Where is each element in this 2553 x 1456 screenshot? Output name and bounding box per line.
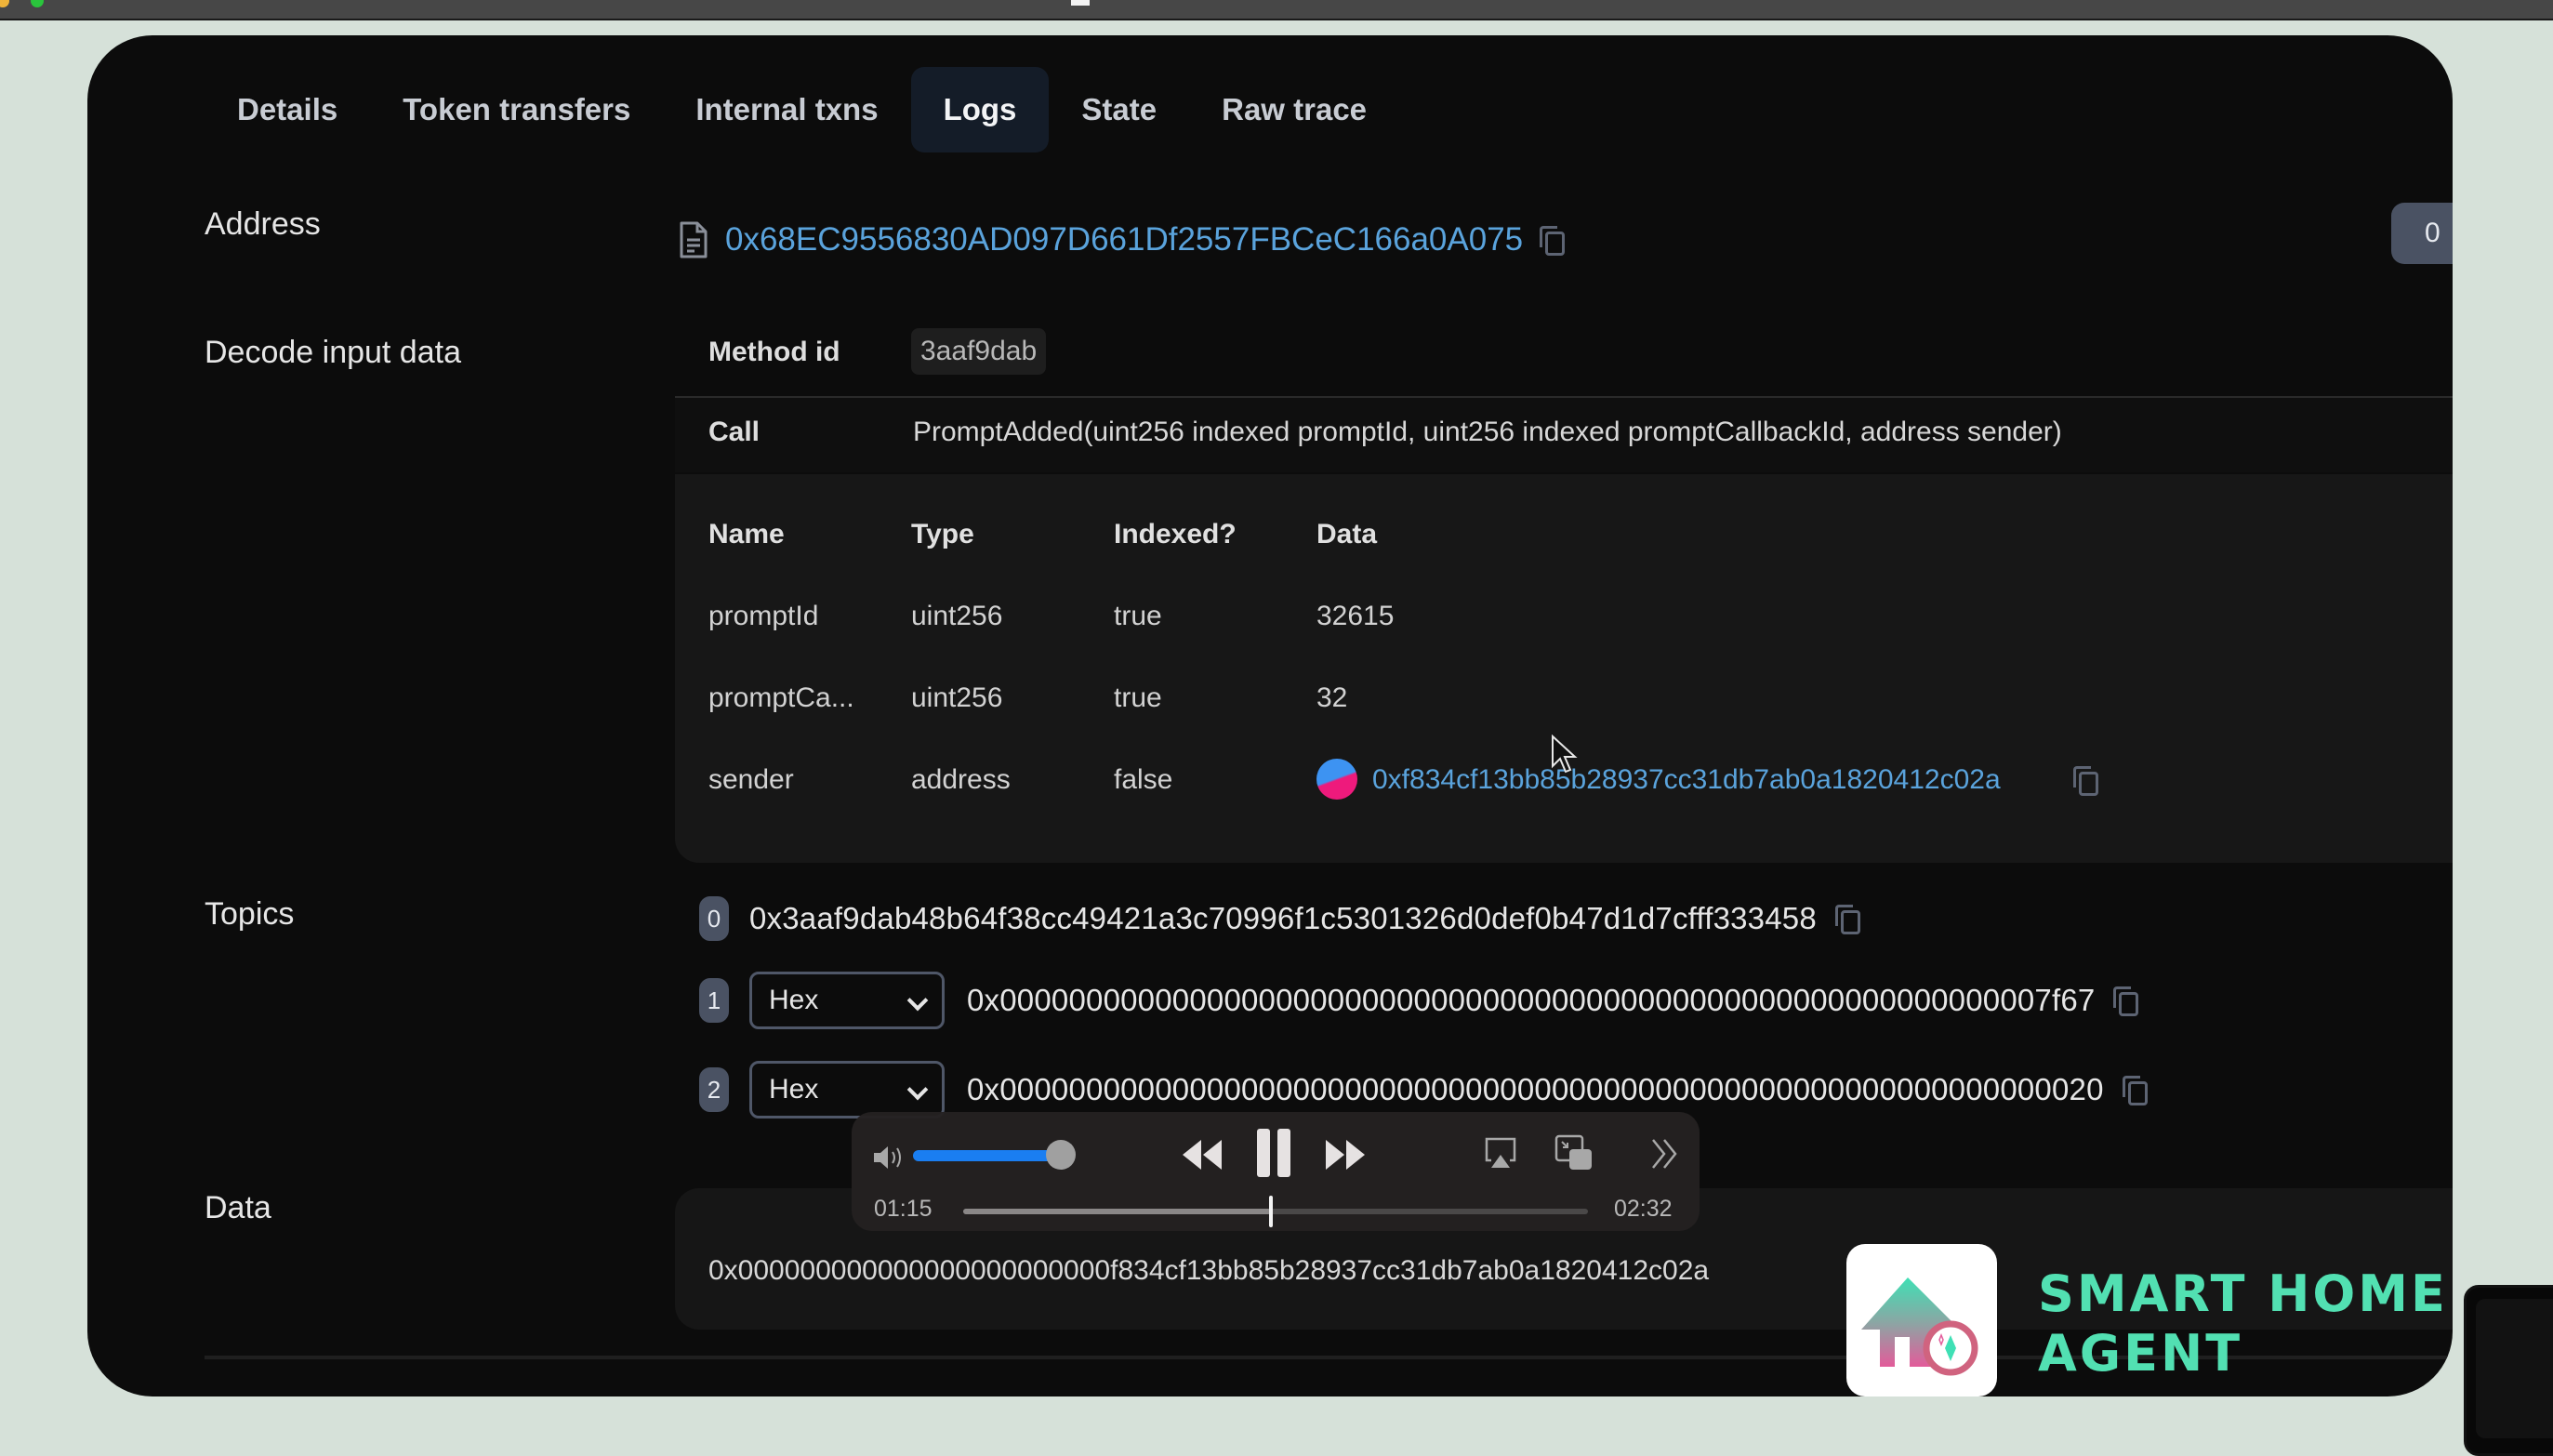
call-row: Call PromptAdded(uint256 indexed promptI…: [675, 398, 2453, 472]
param-name: sender: [708, 764, 794, 795]
contract-file-icon: [680, 221, 708, 258]
picture-in-picture-icon[interactable]: [1554, 1134, 1594, 1171]
param-indexed: true: [1114, 682, 1162, 713]
param-name: promptId: [708, 601, 819, 631]
chevron-down-icon: [906, 1079, 929, 1101]
copy-sender-icon[interactable]: [2073, 766, 2098, 796]
topic-format-value: Hex: [769, 985, 819, 1015]
tab-internal-txns[interactable]: Internal txns: [663, 67, 910, 152]
topic-format-select[interactable]: Hex: [749, 972, 945, 1029]
copy-address-icon[interactable]: [1540, 226, 1566, 256]
method-id-value: 3aaf9dab: [911, 328, 1047, 375]
topic-index-badge: 1: [699, 978, 729, 1023]
house-icon: [1861, 1277, 1978, 1376]
window-minimize-button[interactable]: [0, 0, 9, 7]
params-table: Name Type Indexed? Data promptId uint256…: [675, 474, 2453, 863]
topic-index-badge: 2: [699, 1067, 729, 1112]
contract-address-link[interactable]: 0x68EC9556830AD097D661Df2557FBCeC166a0A0…: [725, 221, 1523, 258]
topic-value: 0x00000000000000000000000000000000000000…: [967, 1072, 2104, 1106]
topic-format-select[interactable]: Hex: [749, 1061, 945, 1118]
tab-bar: Details Token transfers Internal txns Lo…: [205, 67, 1399, 152]
param-indexed: false: [1114, 764, 1173, 795]
param-data: 32615: [1316, 601, 1395, 631]
tab-raw-trace[interactable]: Raw trace: [1189, 67, 1399, 152]
method-id-label: Method id: [708, 337, 840, 367]
rewind-icon[interactable]: [1179, 1136, 1224, 1173]
topic-value: 0x3aaf9dab48b64f38cc49421a3c70996f1c5301…: [749, 901, 1817, 935]
brand-line-1: SMART HOME: [2038, 1264, 2448, 1323]
title-icon: [1071, 0, 1090, 6]
tab-details[interactable]: Details: [205, 67, 370, 152]
sender-address-link[interactable]: 0xf834cf13bb85b28937cc31db7ab0a1820412c0…: [1372, 764, 2001, 796]
seek-bar-progress: [963, 1209, 1272, 1214]
thumbnail-preview: [2476, 1299, 2553, 1438]
col-header-type: Type: [911, 519, 974, 549]
call-label: Call: [708, 417, 761, 447]
decode-input-label: Decode input data: [205, 335, 461, 370]
seek-bar[interactable]: [963, 1196, 1588, 1227]
total-duration: 02:32: [1614, 1196, 1673, 1222]
param-type: uint256: [911, 682, 1003, 713]
address-label: Address: [205, 206, 321, 242]
param-data: 32: [1316, 682, 1348, 713]
data-label: Data: [205, 1190, 271, 1225]
volume-icon[interactable]: [872, 1144, 906, 1171]
smart-home-agent-logo: [1846, 1244, 1997, 1396]
tab-token-transfers[interactable]: Token transfers: [370, 67, 663, 152]
seek-bar-handle[interactable]: [1269, 1196, 1274, 1227]
call-signature: PromptAdded(uint256 indexed promptId, ui…: [913, 417, 2062, 447]
param-type: address: [911, 764, 1011, 795]
log-index-badge: 0: [2391, 203, 2453, 264]
method-id-row: Method id 3aaf9dab: [675, 314, 2453, 398]
decoded-log: Method id 3aaf9dab Call PromptAdded(uint…: [675, 314, 2453, 863]
topic-row: 0 0x3aaf9dab48b64f38cc49421a3c70996f1c53…: [699, 891, 1860, 946]
airplay-icon[interactable]: [1484, 1136, 1517, 1170]
window-thumbnail[interactable]: [2464, 1285, 2553, 1456]
fast-forward-icon[interactable]: [1324, 1136, 1369, 1173]
mouse-cursor-icon: [1552, 735, 1578, 774]
col-header-data: Data: [1316, 519, 1378, 549]
topic-format-value: Hex: [769, 1074, 819, 1105]
window-titlebar: [0, 0, 2553, 20]
tab-logs[interactable]: Logs: [910, 67, 1050, 152]
brand-line-2: AGENT: [2038, 1324, 2243, 1383]
topic-row: 1 Hex 0x00000000000000000000000000000000…: [699, 972, 2139, 1029]
copy-topic-icon[interactable]: [1834, 905, 1860, 934]
more-controls-icon[interactable]: [1649, 1136, 1681, 1171]
brand-title: SMART HOME AGENT: [2038, 1264, 2448, 1383]
volume-slider-handle[interactable]: [1046, 1140, 1076, 1170]
data-value: 0x000000000000000000000000f834cf13bb85b2…: [708, 1255, 1710, 1286]
param-indexed: true: [1114, 601, 1162, 631]
param-name: promptCa...: [708, 682, 854, 713]
address-row: 0x68EC9556830AD097D661Df2557FBCeC166a0A0…: [679, 212, 1566, 268]
topic-value: 0x00000000000000000000000000000000000000…: [967, 983, 2096, 1017]
copy-topic-icon[interactable]: [2113, 986, 2139, 1016]
copy-topic-icon[interactable]: [2122, 1076, 2148, 1105]
elapsed-time: 01:15: [874, 1196, 933, 1222]
volume-slider[interactable]: [913, 1150, 1062, 1161]
col-header-indexed: Indexed?: [1114, 519, 1237, 549]
topic-index-badge: 0: [699, 896, 729, 941]
address-avatar-icon: [1316, 759, 1357, 800]
topics-label: Topics: [205, 896, 295, 932]
topic-row: 2 Hex 0x00000000000000000000000000000000…: [699, 1061, 2148, 1118]
video-player-controls: 01:15 02:32: [852, 1112, 1700, 1231]
tab-state[interactable]: State: [1049, 67, 1189, 152]
chevron-down-icon: [906, 989, 929, 1012]
pause-icon[interactable]: [1255, 1127, 1296, 1179]
param-type: uint256: [911, 601, 1003, 631]
col-header-name: Name: [708, 519, 785, 549]
window-zoom-button[interactable]: [31, 0, 44, 7]
